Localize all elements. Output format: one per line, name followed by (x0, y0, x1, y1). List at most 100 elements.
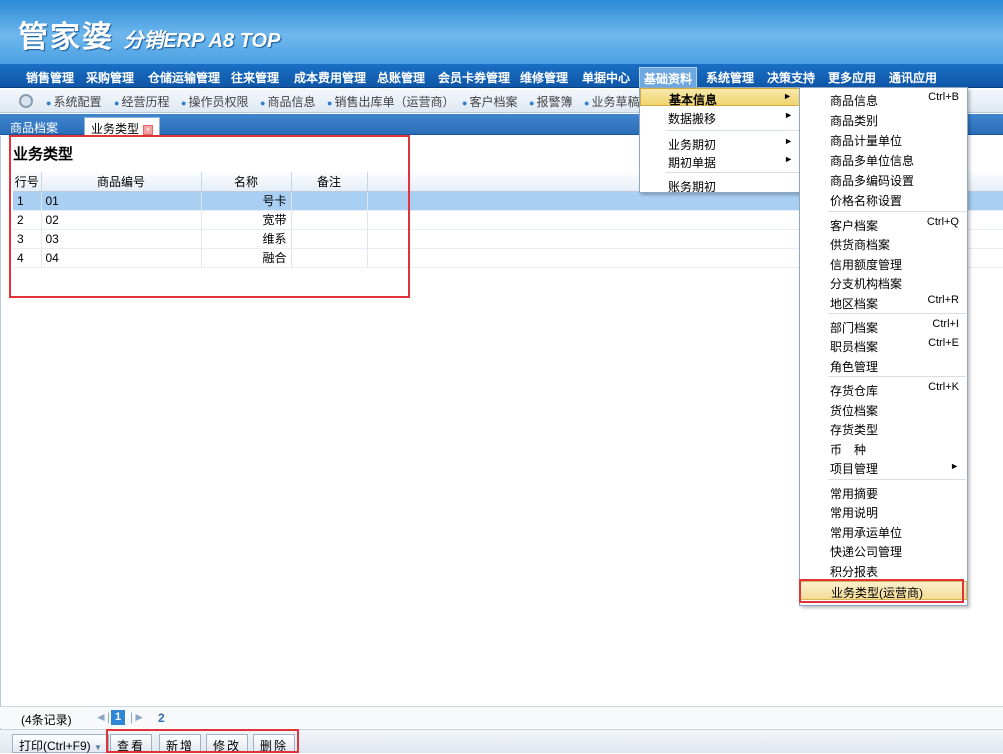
column-header-note[interactable]: 备注 (291, 172, 368, 192)
column-header-row-no[interactable]: 行号 (13, 172, 42, 192)
menu-item-label: 商品多单位信息 (830, 154, 915, 168)
menu-member[interactable]: 会员卡券管理 (438, 69, 510, 86)
submenu-item-project-management[interactable]: 项目管理 ► (800, 458, 967, 477)
menu-system[interactable]: 系统管理 (706, 69, 754, 86)
cell-code: 02 (41, 210, 202, 230)
submenu-item-stock-type[interactable]: 存货类型 (800, 419, 967, 438)
submenu-item-region-file[interactable]: 地区档案 Ctrl+R (800, 293, 967, 312)
page-title: 业务类型 (13, 146, 74, 163)
cell-code: 03 (41, 229, 202, 249)
print-button[interactable]: 打印(Ctrl+F9) ▼ (12, 734, 109, 753)
quick-business-draft[interactable]: 业务草稿 (584, 93, 639, 110)
submenu-item-product-multi-code[interactable]: 商品多编码设置 (800, 170, 967, 189)
next-page-icon[interactable]: |► (130, 710, 145, 724)
menu-decision[interactable]: 决策支持 (767, 69, 815, 86)
menu-item-label: 部门档案 (830, 321, 879, 335)
page-number-current[interactable]: 1 (111, 710, 125, 725)
action-bar: 打印(Ctrl+F9) ▼ 查看 新增 修改 删除 (0, 729, 1003, 753)
menu-item-data-migration[interactable]: 数据搬移 ► (640, 108, 801, 126)
logo-main-text: 管家婆 (18, 20, 114, 55)
cell-name: 号卡 (201, 191, 292, 211)
shortcut-label: Ctrl+E (928, 337, 959, 349)
menu-separator (828, 211, 966, 212)
chevron-right-icon: ► (784, 110, 793, 120)
submenu-item-price-name[interactable]: 价格名称设置 (800, 190, 967, 209)
quick-system-config[interactable]: 系统配置 (46, 93, 101, 110)
menu-item-label: 期初单据 (668, 156, 717, 170)
quick-sales-outbound[interactable]: 销售出库单（运营商） (327, 93, 454, 110)
submenu-item-product-info[interactable]: 商品信息 Ctrl+B (800, 90, 967, 109)
quick-alarm-book[interactable]: 报警簿 (529, 93, 572, 110)
menu-communication[interactable]: 通讯应用 (889, 69, 937, 86)
column-header-name[interactable]: 名称 (201, 172, 292, 192)
submenu-item-role-management[interactable]: 角色管理 (800, 356, 967, 375)
close-icon[interactable]: × (143, 124, 154, 135)
submenu-item-supplier-file[interactable]: 供货商档案 (800, 234, 967, 253)
menu-warehouse[interactable]: 仓储运输管理 (148, 69, 220, 86)
submenu-item-employee-file[interactable]: 职员档案 Ctrl+E (800, 336, 967, 355)
submenu-item-currency[interactable]: 币 种 (800, 439, 967, 458)
menu-item-label: 角色管理 (830, 360, 879, 374)
menu-item-label: 客户档案 (830, 219, 879, 233)
chevron-right-icon: ► (784, 136, 793, 146)
gear-icon[interactable] (19, 94, 33, 108)
menu-sales[interactable]: 销售管理 (26, 69, 74, 86)
edit-button[interactable]: 修改 (206, 734, 249, 753)
submenu-item-customer-file[interactable]: 客户档案 Ctrl+Q (800, 215, 967, 234)
menu-cost[interactable]: 成本费用管理 (294, 69, 366, 86)
basic-data-dropdown: 基本信息 ► 数据搬移 ► 业务期初 ► 期初单据 ► 账务期初 (639, 87, 802, 194)
chevron-down-icon: ▼ (94, 743, 102, 752)
column-header-code[interactable]: 商品编号 (41, 172, 202, 192)
menu-item-business-opening[interactable]: 业务期初 ► (640, 134, 801, 152)
menu-item-label: 存货类型 (830, 423, 879, 437)
menu-separator (828, 479, 966, 480)
basic-info-submenu: 商品信息 Ctrl+B 商品类别 商品计量单位 商品多单位信息 商品多编码设置 价… (799, 87, 968, 606)
view-button[interactable]: 查看 (110, 734, 153, 753)
menu-item-label: 地区档案 (830, 297, 879, 311)
menu-item-label: 商品计量单位 (830, 134, 903, 148)
menu-accounts[interactable]: 往来管理 (231, 69, 279, 86)
tab-business-type[interactable]: 业务类型 × (84, 117, 161, 136)
menu-purchase[interactable]: 采购管理 (86, 69, 134, 86)
menu-item-label: 信用额度管理 (830, 258, 903, 272)
submenu-item-courier-management[interactable]: 快递公司管理 (800, 541, 967, 560)
tab-product-file[interactable]: 商品档案 (4, 117, 64, 135)
page-number-next[interactable]: 2 (158, 711, 165, 725)
submenu-item-location-file[interactable]: 货位档案 (800, 400, 967, 419)
quick-business-history[interactable]: 经营历程 (114, 93, 169, 110)
submenu-item-department-file[interactable]: 部门档案 Ctrl+I (800, 317, 967, 336)
submenu-item-branch-file[interactable]: 分支机构档案 (800, 273, 967, 292)
submenu-item-carrier[interactable]: 常用承运单位 (800, 522, 967, 541)
menu-ledger[interactable]: 总账管理 (377, 69, 425, 86)
submenu-item-product-unit[interactable]: 商品计量单位 (800, 130, 967, 149)
menu-repair[interactable]: 维修管理 (520, 69, 568, 86)
menu-item-opening-documents[interactable]: 期初单据 ► (640, 152, 801, 170)
menu-documents[interactable]: 单据中心 (582, 69, 630, 86)
logo-sub-text: 分销ERP A8 TOP (123, 30, 281, 52)
submenu-item-points-report[interactable]: 积分报表 (800, 561, 967, 580)
submenu-item-product-category[interactable]: 商品类别 (800, 110, 967, 129)
prev-page-icon[interactable]: ◄| (95, 710, 110, 724)
shortcut-label: Ctrl+R (927, 294, 959, 306)
menu-item-label: 货位档案 (830, 404, 879, 418)
quick-customer-file[interactable]: 客户档案 (462, 93, 517, 110)
menu-item-basic-info[interactable]: 基本信息 ► (640, 88, 801, 107)
submenu-item-common-notes[interactable]: 常用说明 (800, 502, 967, 521)
submenu-item-common-summary[interactable]: 常用摘要 (800, 483, 967, 502)
submenu-item-credit-limit[interactable]: 信用额度管理 (800, 254, 967, 273)
cell-name: 融合 (201, 248, 292, 268)
add-button[interactable]: 新增 (159, 734, 202, 753)
submenu-item-business-type-operator[interactable]: 业务类型(运营商) (800, 581, 967, 600)
shortcut-label: Ctrl+B (928, 91, 959, 103)
main-menu-bar: 销售管理 采购管理 仓储运输管理 往来管理 成本费用管理 总账管理 会员卡券管理… (0, 64, 1003, 90)
menu-item-label: 职员档案 (830, 340, 879, 354)
quick-product-info[interactable]: 商品信息 (260, 93, 315, 110)
submenu-item-warehouse[interactable]: 存货仓库 Ctrl+K (800, 380, 967, 399)
delete-button[interactable]: 删除 (253, 734, 296, 753)
quick-operator-permission[interactable]: 操作员权限 (181, 93, 248, 110)
menu-item-label: 供货商档案 (830, 238, 891, 252)
cell-note (291, 210, 368, 230)
menu-more-apps[interactable]: 更多应用 (828, 69, 876, 86)
menu-item-account-opening[interactable]: 账务期初 (640, 176, 801, 194)
submenu-item-product-multi-unit[interactable]: 商品多单位信息 (800, 150, 967, 169)
